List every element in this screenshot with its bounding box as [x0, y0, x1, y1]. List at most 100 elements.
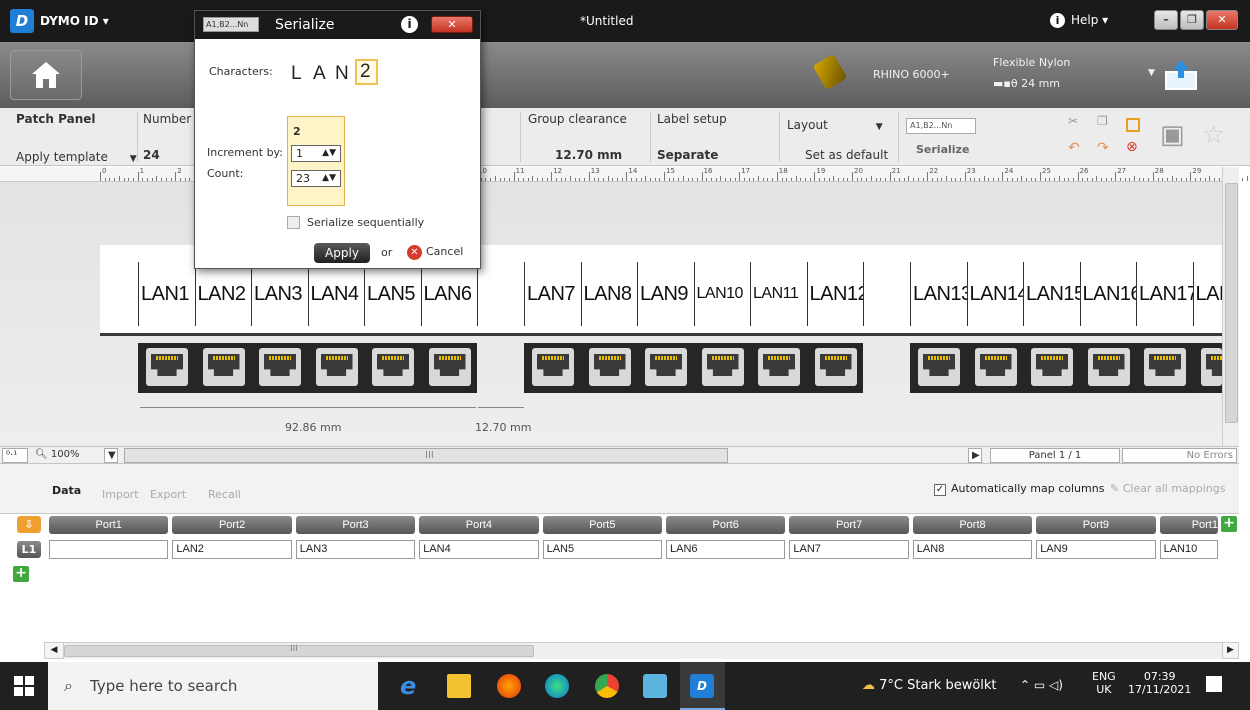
label-cell[interactable]: LAN1: [138, 262, 195, 326]
label-cell[interactable]: LAN14: [966, 262, 1023, 326]
export-button[interactable]: Export: [150, 488, 186, 501]
home-button[interactable]: [10, 50, 82, 100]
firefox-icon[interactable]: [497, 674, 521, 698]
windows-start-icon[interactable]: [14, 676, 34, 696]
language-indicator[interactable]: ENG UK: [1092, 670, 1116, 696]
data-cell[interactable]: LAN2: [172, 540, 292, 559]
app-icon[interactable]: [643, 674, 667, 698]
label-cell[interactable]: LAN6: [420, 262, 478, 326]
column-header[interactable]: Port4: [419, 516, 539, 534]
column-header[interactable]: Port9: [1036, 516, 1156, 534]
ruler-units-icon[interactable]: ⁰·¹: [2, 448, 28, 463]
edge-legacy-icon[interactable]: e: [400, 674, 424, 698]
column-header[interactable]: Port1: [49, 516, 169, 534]
system-tray-icons[interactable]: ⌃ ▭ ◁): [1020, 678, 1063, 692]
notifications-icon[interactable]: [1206, 676, 1222, 692]
number-value[interactable]: 24: [143, 148, 160, 162]
char-a[interactable]: A: [313, 63, 328, 85]
label-cell[interactable]: LAN13: [910, 262, 967, 326]
increment-stepper[interactable]: 1 ▲▼: [291, 145, 341, 162]
label-cell[interactable]: LAN3: [251, 262, 308, 326]
vertical-scrollbar[interactable]: [1222, 167, 1239, 447]
column-header[interactable]: Port6: [666, 516, 786, 534]
zoom-control[interactable]: 🔍︎ 100%: [32, 448, 104, 463]
scrollbar-thumb[interactable]: III: [64, 644, 534, 657]
label-setup-value[interactable]: Separate: [657, 148, 718, 162]
label-cell[interactable]: LAN16: [1079, 262, 1136, 326]
column-header[interactable]: Port7: [789, 516, 909, 534]
cut-icon[interactable]: ✂: [1068, 114, 1078, 128]
panel-indicator[interactable]: Panel 1 / 1: [990, 448, 1120, 463]
paste-icon[interactable]: [1126, 118, 1140, 132]
recall-button[interactable]: Recall: [208, 488, 241, 501]
restore-button[interactable]: ❐: [1180, 10, 1204, 30]
apply-template-dropdown[interactable]: Apply template ▼: [16, 150, 137, 164]
edge-icon[interactable]: [545, 674, 569, 698]
taskbar-search[interactable]: ⌕ Type here to search: [48, 662, 378, 710]
data-horizontal-scrollbar[interactable]: III: [44, 642, 1239, 659]
add-column-button[interactable]: +: [1221, 516, 1237, 532]
data-cell[interactable]: LAN9: [1036, 540, 1156, 559]
minimize-button[interactable]: –: [1154, 10, 1178, 30]
tape-type[interactable]: Flexible Nylon: [993, 56, 1070, 69]
count-stepper[interactable]: 23 ▲▼: [291, 170, 341, 187]
label-cell[interactable]: LAN: [1192, 262, 1222, 326]
favorite-star-icon[interactable]: ☆: [1202, 120, 1225, 150]
dymo-logo-icon[interactable]: D: [10, 9, 34, 33]
close-button[interactable]: ✕: [1206, 10, 1238, 30]
tape-dropdown-icon[interactable]: ▼: [1148, 68, 1155, 78]
data-cell[interactable]: LAN8: [912, 540, 1033, 559]
copy-icon[interactable]: ❐: [1097, 114, 1108, 128]
auto-map-checkbox[interactable]: ✓ Automatically map columns: [934, 482, 1104, 496]
label-cell[interactable]: LAN11: [750, 262, 807, 326]
column-header[interactable]: Port1: [1159, 516, 1218, 534]
import-button[interactable]: Import: [102, 488, 139, 501]
serialize-sequentially-checkbox[interactable]: [287, 216, 300, 229]
clock[interactable]: 07:39 17/11/2021: [1128, 670, 1191, 696]
label-cell[interactable]: LAN10: [693, 262, 751, 326]
label-cell[interactable]: LAN7: [524, 262, 581, 326]
weather-widget[interactable]: ☁ 7°C Stark bewölkt: [862, 678, 997, 693]
char-n[interactable]: N: [335, 63, 351, 85]
char-selected[interactable]: 2: [355, 59, 378, 85]
scroll-right-icon[interactable]: ▶: [1222, 642, 1239, 659]
label-cell[interactable]: LAN2: [194, 262, 252, 326]
data-cell[interactable]: LAN7: [789, 540, 909, 559]
row-header-l1[interactable]: L1: [17, 541, 41, 558]
data-cell[interactable]: LAN3: [295, 540, 416, 559]
clear-mappings-button[interactable]: ✎ Clear all mappings: [1110, 482, 1226, 495]
print-send-button[interactable]: [1163, 58, 1199, 92]
redo-icon[interactable]: ↷: [1097, 140, 1109, 156]
set-as-default-button[interactable]: Set as default: [805, 148, 888, 162]
undo-icon[interactable]: ↶: [1068, 140, 1080, 156]
dialog-close-button[interactable]: ✕: [431, 16, 473, 33]
delete-icon[interactable]: ⊗: [1126, 139, 1138, 155]
data-cell[interactable]: LAN10: [1159, 540, 1218, 559]
column-header[interactable]: Port3: [295, 516, 416, 534]
group-clearance-value[interactable]: 12.70 mm: [555, 148, 622, 162]
cancel-button[interactable]: ✕ Cancel: [407, 245, 463, 260]
horizontal-scrollbar-canvas[interactable]: III: [124, 448, 728, 463]
data-cell[interactable]: LAN6: [666, 540, 786, 559]
dymo-taskbar-button[interactable]: D: [680, 662, 725, 710]
label-cell[interactable]: LAN5: [364, 262, 421, 326]
file-explorer-icon[interactable]: [447, 674, 471, 698]
zoom-dropdown-icon[interactable]: ▼: [104, 448, 118, 463]
serialize-button[interactable]: A1,B2...Nn Serialize: [906, 118, 980, 158]
column-header[interactable]: Port5: [542, 516, 662, 534]
panel-nav-icon[interactable]: ▶: [968, 448, 982, 463]
data-cell[interactable]: LAN5: [542, 540, 662, 559]
data-cell[interactable]: LAN4: [419, 540, 539, 559]
label-cell[interactable]: LAN17: [1136, 262, 1193, 326]
scroll-left-icon[interactable]: ◀: [44, 642, 64, 659]
label-cell[interactable]: LAN4: [307, 262, 365, 326]
label-cell[interactable]: LAN15: [1023, 262, 1080, 326]
app-menu[interactable]: DYMO ID ▾: [40, 14, 109, 28]
info-icon[interactable]: i: [401, 16, 418, 33]
chrome-icon[interactable]: [595, 674, 619, 698]
help-menu[interactable]: i Help ▾: [1050, 13, 1108, 28]
label-cell[interactable]: LAN8: [580, 262, 638, 326]
label-cell[interactable]: LAN12: [806, 262, 863, 326]
tab-data[interactable]: Data: [52, 484, 81, 497]
char-l[interactable]: L: [291, 63, 304, 85]
